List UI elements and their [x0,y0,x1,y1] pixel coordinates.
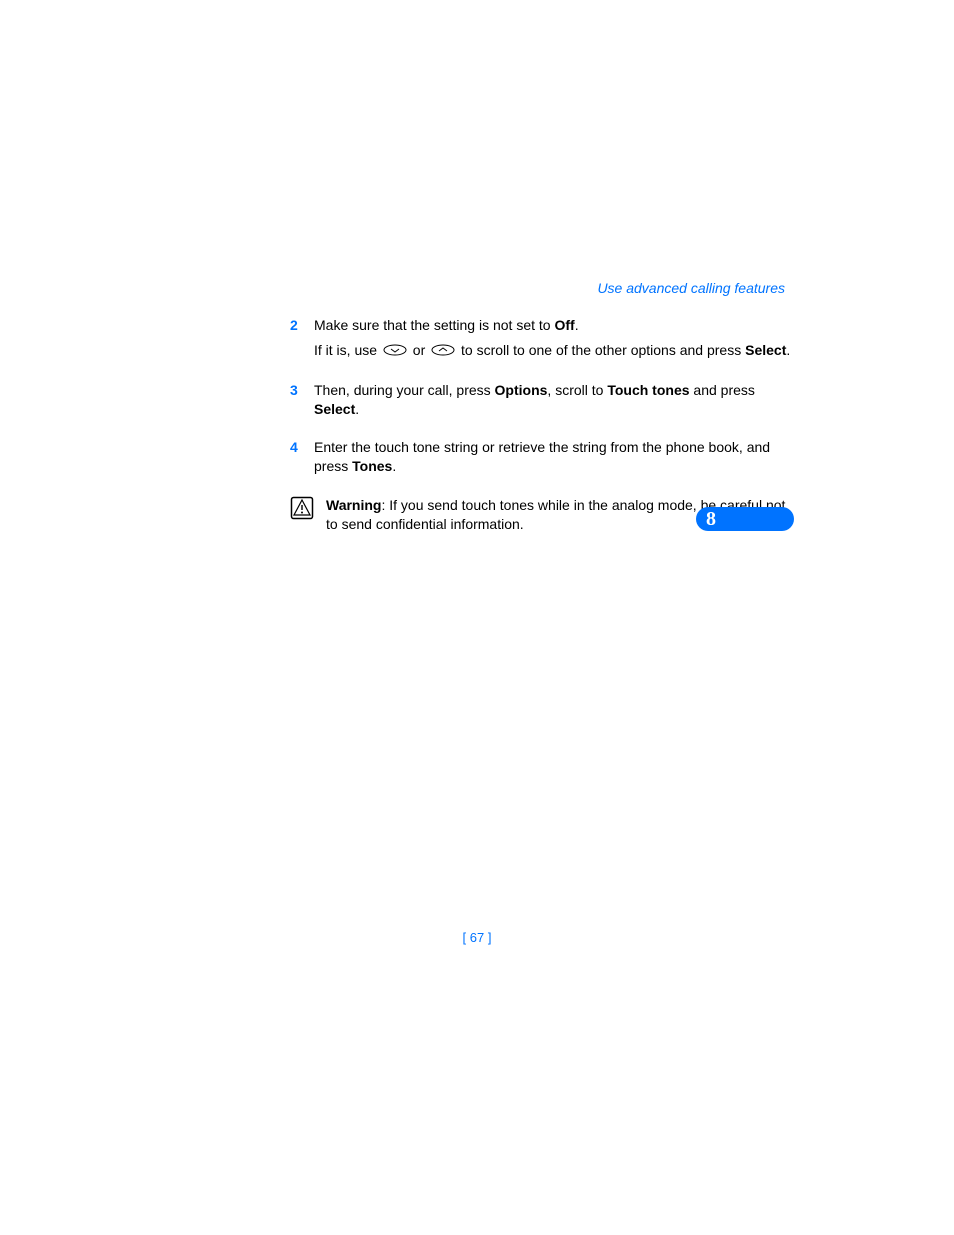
text: and press [690,382,755,398]
chapter-tab: 8 [696,507,794,531]
bold-text: Options [495,382,548,398]
step-number: 3 [290,381,314,425]
step-number: 4 [290,438,314,482]
bold-text: Select [745,342,786,358]
step-body: Make sure that the setting is not set to… [314,316,795,367]
bold-text: Off [554,317,574,333]
step-body: Then, during your call, press Options, s… [314,381,795,425]
page-number: [ 67 ] [0,930,954,945]
step-body: Enter the touch tone string or retrieve … [314,438,795,482]
text: . [575,317,579,333]
bold-text: Tones [352,458,392,474]
scroll-up-key-icon [431,342,455,361]
text: . [786,342,790,358]
text: or [409,342,429,358]
text: . [392,458,396,474]
step-number: 2 [290,316,314,367]
text: If it is, use [314,342,381,358]
step-item: 4 Enter the touch tone string or retriev… [290,438,795,482]
text: . [355,401,359,417]
chapter-number: 8 [706,508,716,531]
bold-text: Touch tones [607,382,689,398]
text: Then, during your call, press [314,382,495,398]
text: to scroll to one of the other options an… [457,342,745,358]
page-content: Use advanced calling features 2 Make sur… [290,280,795,534]
warning-icon [290,496,314,525]
step-item: 3 Then, during your call, press Options,… [290,381,795,425]
scroll-down-key-icon [383,342,407,361]
section-header: Use advanced calling features [290,280,795,296]
text: , scroll to [547,382,607,398]
bold-text: Select [314,401,355,417]
text: Make sure that the setting is not set to [314,317,554,333]
warning-label: Warning [326,497,381,513]
step-item: 2 Make sure that the setting is not set … [290,316,795,367]
